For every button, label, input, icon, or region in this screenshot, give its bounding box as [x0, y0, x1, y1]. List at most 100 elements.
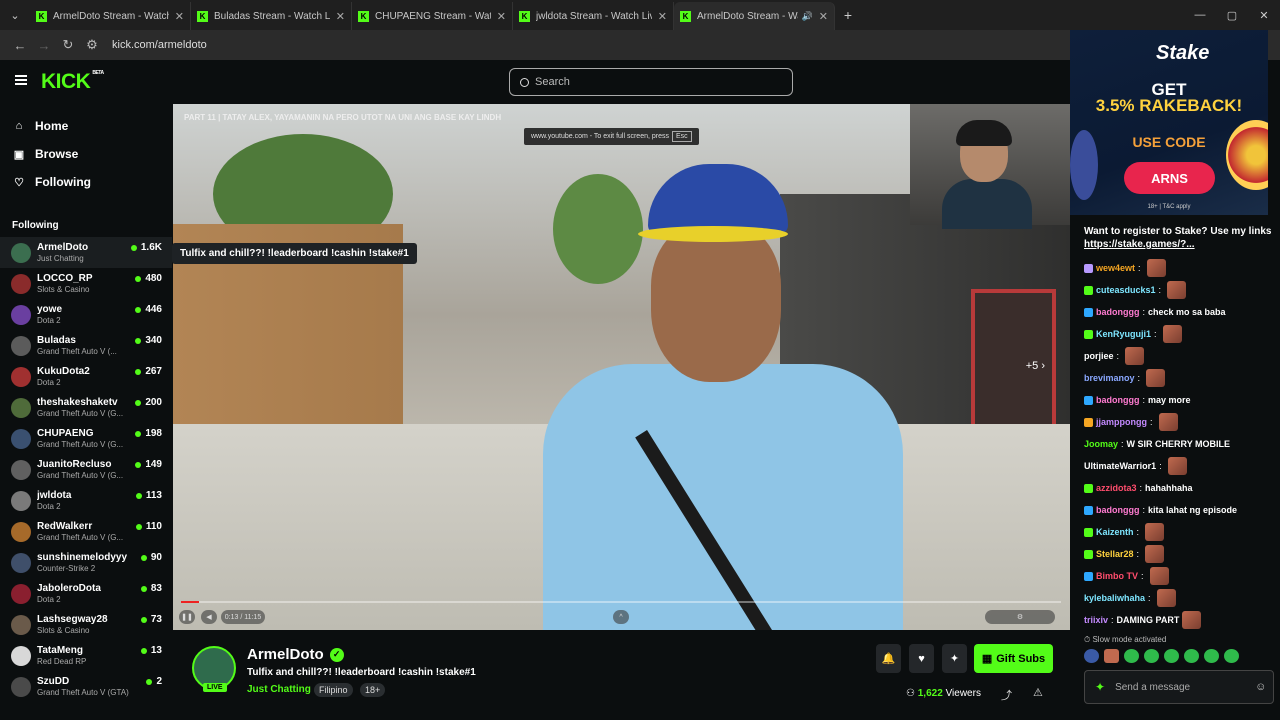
emote-icon[interactable]: [1164, 649, 1179, 663]
nav-home[interactable]: ⌂ Home: [0, 112, 172, 140]
chat-username[interactable]: jjamppongg: [1096, 417, 1147, 427]
chat-username[interactable]: KenRyuguji1: [1096, 329, 1151, 339]
browser-tab[interactable]: K ArmelDoto Stream - Watch Live ✕: [30, 2, 191, 30]
site-info-icon[interactable]: ⚙: [80, 37, 104, 53]
search-box[interactable]: [509, 68, 793, 96]
pause-button[interactable]: ❚❚: [179, 610, 195, 624]
chat-username[interactable]: UltimateWarrior1: [1084, 461, 1156, 471]
back-icon[interactable]: ←: [8, 38, 32, 53]
kick-logo[interactable]: KICK BETA: [41, 70, 104, 94]
sidebar-channel-item[interactable]: yowe Dota 2 446: [0, 299, 172, 330]
browser-tab[interactable]: K CHUPAENG Stream - Watch Live ✕: [352, 2, 513, 30]
report-icon[interactable]: ⚠: [1033, 686, 1043, 699]
stake-ad-banner[interactable]: Stake GET 3.5% RAKEBACK! USE CODE ARNS 1…: [1070, 30, 1268, 215]
emoji-icon[interactable]: ☺: [1255, 681, 1266, 693]
channel-avatar: [11, 428, 31, 449]
sidebar-channel-item[interactable]: KukuDota2 Dota 2 267: [0, 361, 172, 392]
live-dot-icon: [135, 368, 142, 375]
menu-icon[interactable]: [15, 75, 27, 85]
chat-username[interactable]: kylebaliwhaha: [1084, 593, 1145, 603]
chat-username[interactable]: Kaizenth: [1096, 527, 1134, 537]
close-icon[interactable]: ✕: [819, 10, 828, 23]
sidebar-channel-item[interactable]: JaboleroDota Dota 2 83: [0, 578, 172, 609]
chat-message: Joomay: W SIR CHERRY MOBILE: [1084, 433, 1280, 455]
channel-viewers: 83: [140, 583, 162, 594]
search-input[interactable]: [535, 76, 775, 88]
emote-icon[interactable]: [1204, 649, 1219, 663]
chevron-up-icon[interactable]: ^: [613, 610, 629, 624]
sidebar-channel-item[interactable]: sunshinemelodyyy Counter-Strike 2 90: [0, 547, 172, 578]
volume-icon[interactable]: ◀: [201, 610, 217, 624]
progress-bar[interactable]: [181, 601, 1061, 603]
chat-username[interactable]: Joomay: [1084, 439, 1118, 449]
browser-tab[interactable]: Kjwldota Stream - Watch Live on ✕: [513, 2, 674, 30]
sidebar-channel-item[interactable]: Lashsegway28 Slots & Casino 73: [0, 609, 172, 640]
chat-username[interactable]: badonggg: [1096, 307, 1140, 317]
close-icon[interactable]: ✕: [336, 10, 345, 23]
streamer-webcam: [910, 104, 1070, 229]
forward-icon[interactable]: →: [32, 38, 56, 53]
close-icon[interactable]: ✕: [497, 10, 506, 23]
colon: :: [1116, 351, 1120, 361]
sidebar-channel-item[interactable]: LOCCO_RP Slots & Casino 480: [0, 268, 172, 299]
tag-age[interactable]: 18+: [360, 683, 386, 697]
pinned-link[interactable]: https://stake.games/?...: [1084, 238, 1274, 251]
reload-icon[interactable]: ↻: [56, 37, 80, 53]
sidebar-channel-item[interactable]: TataMeng Red Dead RP 13: [0, 640, 172, 671]
emote-icon[interactable]: [1224, 649, 1239, 663]
chat-username[interactable]: badonggg: [1096, 505, 1140, 515]
sparkle-button[interactable]: ✦: [942, 644, 967, 673]
nav-following[interactable]: ♡ Following: [0, 168, 172, 196]
chat-username[interactable]: Stellar28: [1096, 549, 1134, 559]
emote-icon[interactable]: [1104, 649, 1119, 663]
live-dot-icon: [135, 306, 142, 313]
chat-input-box[interactable]: ✦ ☺: [1084, 670, 1274, 704]
emote-icon[interactable]: [1144, 649, 1159, 663]
sidebar-channel-item[interactable]: theshakeshaketv Grand Theft Auto V (G... 2…: [0, 392, 172, 423]
chat-username[interactable]: Bimbo TV: [1096, 571, 1138, 581]
sidebar-channel-item[interactable]: RedWalkerr Grand Theft Auto V (G... 110: [0, 516, 172, 547]
window-close-icon[interactable]: ✕: [1248, 9, 1280, 22]
chat-username[interactable]: azzidota3: [1096, 483, 1137, 493]
body-shape: [942, 179, 1032, 229]
notification-bell-button[interactable]: 🔔: [876, 644, 901, 673]
ad-code-button[interactable]: ARNS: [1124, 162, 1215, 194]
viewers-icon: ⚇: [906, 688, 915, 699]
browser-tab[interactable]: K Buladas Stream - Watch Live on ✕: [191, 2, 352, 30]
chat-username[interactable]: brevimanoy: [1084, 373, 1135, 383]
sidebar-channel-item[interactable]: JuanitoRecluso Grand Theft Auto V (G... 14…: [0, 454, 172, 485]
sidebar-channel-item[interactable]: SzuDD Grand Theft Auto V (GTA) 2: [0, 671, 172, 702]
close-icon[interactable]: ✕: [658, 10, 667, 23]
chat-username[interactable]: triixiv: [1084, 615, 1108, 625]
share-icon[interactable]: ⤴: [1001, 687, 1012, 703]
more-videos-indicator[interactable]: +5 ›: [1026, 360, 1045, 372]
maximize-icon[interactable]: ▢: [1216, 9, 1248, 22]
nav-browse[interactable]: ▣ Browse: [0, 140, 172, 168]
browser-tab-active[interactable]: K ArmelDoto Stream - Watch 🔊 ✕: [674, 2, 835, 30]
chat-username[interactable]: porjiee: [1084, 351, 1114, 361]
sidebar-channel-item[interactable]: CHUPAENG Grand Theft Auto V (G... 198: [0, 423, 172, 454]
new-tab-button[interactable]: +: [835, 7, 861, 23]
follow-heart-button[interactable]: ♥: [909, 644, 934, 673]
url-field[interactable]: kick.com/armeldoto: [112, 39, 207, 51]
chat-username[interactable]: badonggg: [1096, 395, 1140, 405]
sidebar-channel-item[interactable]: jwldota Dota 2 113: [0, 485, 172, 516]
gift-subs-button[interactable]: ▦ Gift Subs: [974, 644, 1053, 673]
emote-icon[interactable]: [1184, 649, 1199, 663]
tag-language[interactable]: Filipino: [314, 683, 353, 697]
chat-username[interactable]: wew4ewt: [1096, 263, 1135, 273]
sparkle-icon[interactable]: ✦: [1095, 680, 1105, 694]
streamer-name[interactable]: ArmelDoto ✓: [247, 646, 344, 663]
emote-icon[interactable]: [1124, 649, 1139, 663]
tab-search-icon[interactable]: ⌄: [0, 9, 30, 22]
sidebar-channel-item[interactable]: ArmelDoto Just Chatting 1.6K: [0, 237, 172, 268]
speaker-icon[interactable]: 🔊: [802, 11, 813, 22]
chat-username[interactable]: cuteasducks1: [1096, 285, 1156, 295]
chat-input[interactable]: [1115, 681, 1256, 693]
close-icon[interactable]: ✕: [175, 10, 184, 23]
stream-category[interactable]: Just Chatting: [247, 684, 311, 695]
sidebar-channel-item[interactable]: Buladas Grand Theft Auto V (... 340: [0, 330, 172, 361]
emote-icon[interactable]: [1084, 649, 1099, 663]
minimize-icon[interactable]: —: [1184, 9, 1216, 21]
settings-icon[interactable]: ⚙: [985, 610, 1055, 624]
